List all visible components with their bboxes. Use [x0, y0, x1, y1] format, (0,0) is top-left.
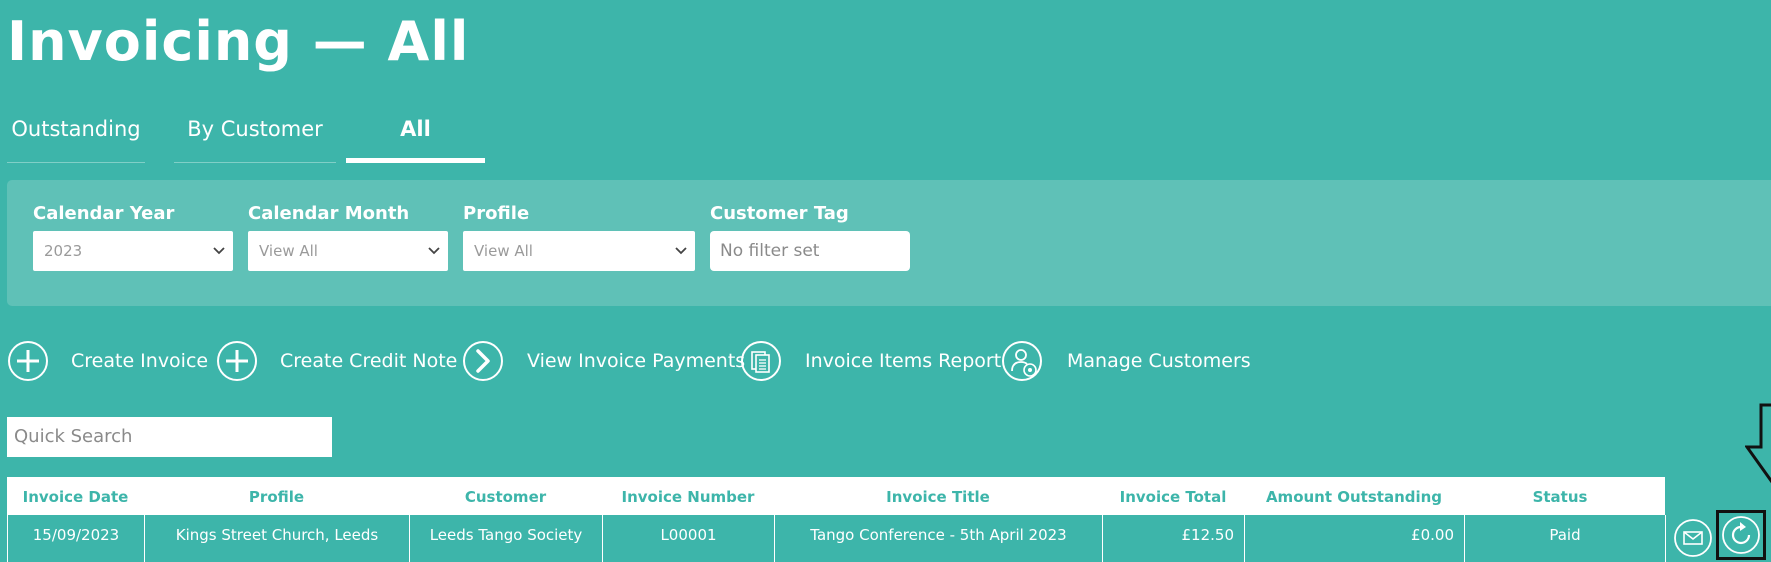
customer-tag-label: Customer Tag [710, 203, 849, 224]
cell-status: Paid [1465, 515, 1666, 562]
column-header-invoice-total[interactable]: Invoice Total [1102, 477, 1244, 515]
column-header-invoice-title[interactable]: Invoice Title [774, 477, 1102, 515]
calendar-month-filter: Calendar Month View All [248, 202, 448, 271]
arrow-down-icon [1745, 403, 1771, 484]
cell-amount-outstanding: £0.00 [1245, 515, 1465, 562]
column-header-profile[interactable]: Profile [144, 477, 409, 515]
invoice-items-report-label: Invoice Items Report [805, 350, 1002, 372]
tab-outstanding[interactable]: Outstanding [7, 106, 145, 163]
calendar-month-label: Calendar Month [248, 203, 410, 224]
calendar-month-value: View All [259, 242, 318, 260]
invoice-table: Invoice Date Profile Customer Invoice Nu… [7, 477, 1666, 562]
profile-filter: Profile View All [463, 202, 695, 271]
view-invoice-payments-label: View Invoice Payments [527, 350, 746, 372]
manage-customers-button[interactable]: Manage Customers [1001, 339, 1251, 383]
cell-profile: Kings Street Church, Leeds [145, 515, 410, 562]
create-invoice-button[interactable]: Create Invoice [7, 339, 208, 383]
table-row[interactable]: 15/09/2023 Kings Street Church, Leeds Le… [7, 515, 1666, 562]
filter-panel: Calendar Year 2023 Calendar Month View A… [7, 180, 1771, 306]
table-header: Invoice Date Profile Customer Invoice Nu… [7, 477, 1665, 515]
tab-all[interactable]: All [346, 106, 485, 163]
plus-circle-icon [8, 341, 48, 381]
customer-tag-filter: Customer Tag No filter set [710, 202, 910, 271]
cell-customer: Leeds Tango Society [410, 515, 603, 562]
profile-value: View All [474, 242, 533, 260]
customer-tag-input[interactable]: No filter set [710, 231, 910, 271]
document-stack-icon [741, 341, 781, 381]
calendar-year-label: Calendar Year [33, 203, 175, 224]
column-header-invoice-date[interactable]: Invoice Date [7, 477, 144, 515]
create-credit-note-button[interactable]: Create Credit Note [216, 339, 458, 383]
cell-invoice-number: L00001 [603, 515, 775, 562]
plus-circle-icon [217, 341, 257, 381]
column-header-amount-outstanding[interactable]: Amount Outstanding [1244, 477, 1464, 515]
create-invoice-label: Create Invoice [71, 350, 209, 372]
calendar-year-value: 2023 [44, 242, 83, 260]
manage-customers-label: Manage Customers [1067, 350, 1251, 372]
chevron-down-icon [213, 247, 225, 255]
chevron-down-icon [675, 247, 687, 255]
column-header-invoice-number[interactable]: Invoice Number [602, 477, 774, 515]
user-settings-icon [1002, 341, 1042, 381]
profile-label: Profile [463, 203, 530, 224]
page-title: Invoicing — All [7, 10, 470, 73]
tab-by-customer[interactable]: By Customer [174, 106, 336, 163]
create-credit-note-label: Create Credit Note [280, 350, 458, 372]
highlight-box [1716, 510, 1766, 560]
invoice-items-report-button[interactable]: Invoice Items Report [740, 339, 1001, 383]
calendar-year-filter: Calendar Year 2023 [33, 202, 233, 271]
view-invoice-payments-button[interactable]: View Invoice Payments [462, 339, 745, 383]
chevron-down-icon [428, 247, 440, 255]
calendar-year-select[interactable]: 2023 [33, 231, 233, 271]
chevron-right-circle-icon [463, 341, 503, 381]
envelope-icon[interactable] [1673, 518, 1713, 558]
column-header-customer[interactable]: Customer [409, 477, 602, 515]
profile-select[interactable]: View All [463, 231, 695, 271]
calendar-month-select[interactable]: View All [248, 231, 448, 271]
cell-invoice-date: 15/09/2023 [8, 515, 145, 562]
cell-invoice-total: £12.50 [1103, 515, 1245, 562]
quick-search-input[interactable]: Quick Search [7, 417, 332, 457]
column-header-status[interactable]: Status [1464, 477, 1656, 515]
cell-invoice-title: Tango Conference - 5th April 2023 [775, 515, 1103, 562]
